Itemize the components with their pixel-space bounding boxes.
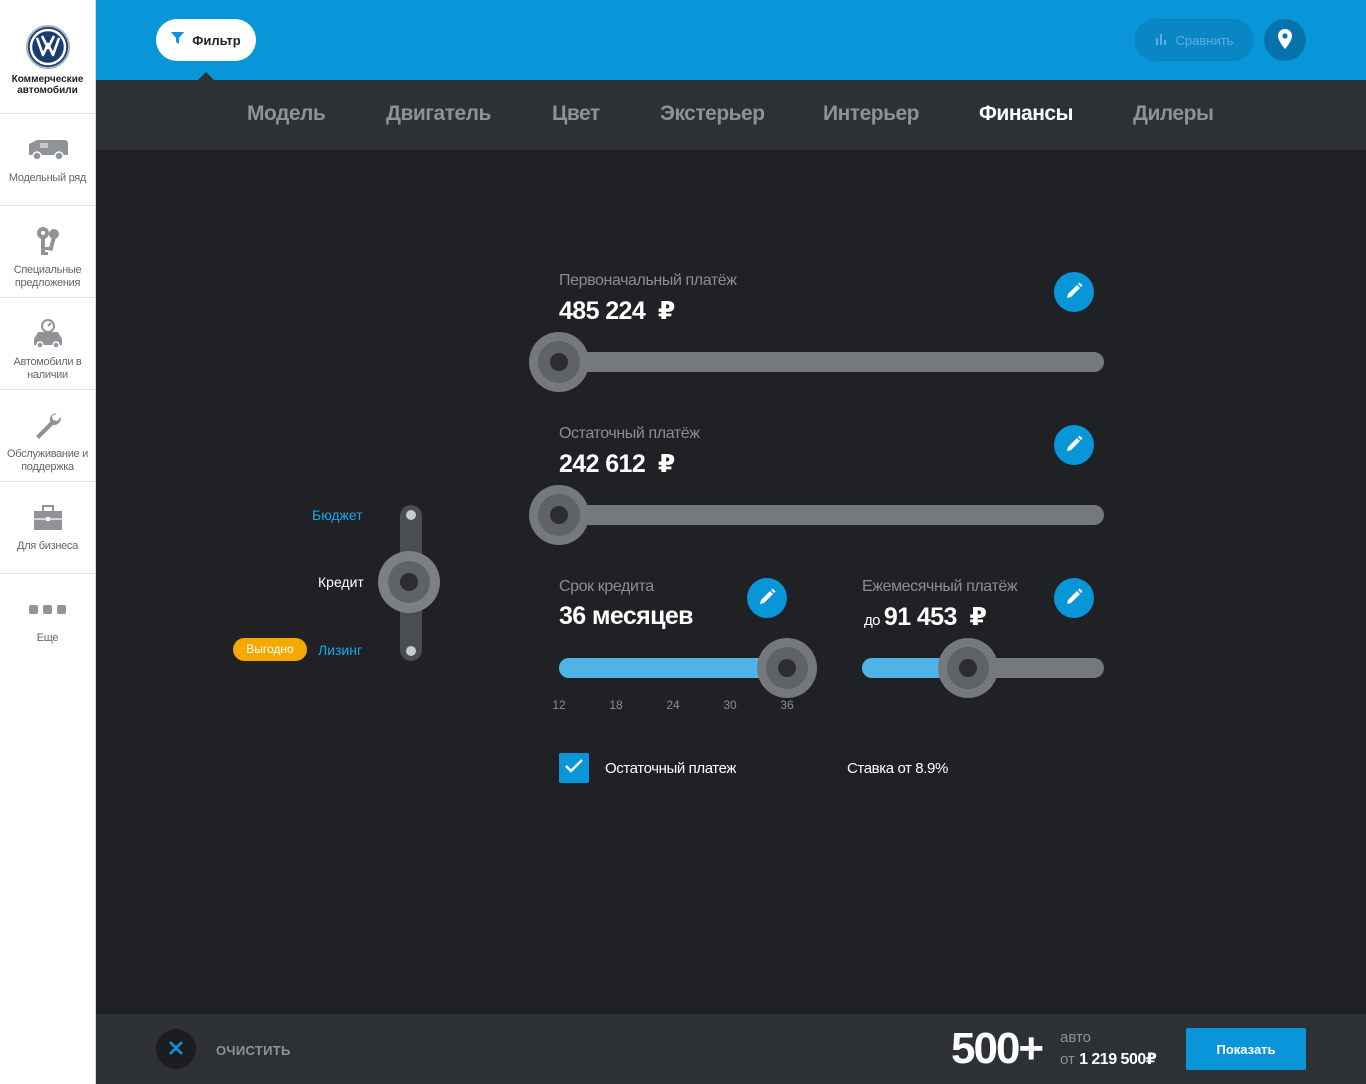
show-results-button[interactable]: Показать [1186, 1028, 1306, 1070]
results-price: от 1 219 500₽ [1060, 1049, 1157, 1069]
price-currency: ₽ [1145, 1051, 1157, 1068]
interest-rate: Ставка от 8.9% [847, 760, 948, 777]
monthly-payment-prefix: до [864, 612, 881, 629]
compare-button[interactable]: Сравнить [1134, 19, 1254, 61]
sidebar-item-special-offers[interactable]: Специальные предложения [0, 206, 95, 298]
tab-color[interactable]: Цвет [552, 102, 600, 126]
tab-exterior[interactable]: Экстерьер [660, 102, 765, 126]
results-count: 500+ [951, 1024, 1044, 1073]
top-bar: Фильтр Сравнить [96, 0, 1366, 80]
sidebar-item-label: Для бизнеса [17, 540, 78, 552]
pencil-icon [758, 588, 776, 609]
filter-caret [198, 72, 214, 80]
bottom-bar: ОЧИСТИТЬ 500+ авто от 1 219 500₽ Показат… [96, 1014, 1366, 1084]
monthly-payment-title: Ежемесячный платёж [862, 578, 1018, 595]
residual-payment-checkbox[interactable] [559, 753, 589, 783]
mode-budget[interactable]: Бюджет [312, 507, 363, 523]
more-dots-icon [28, 592, 68, 628]
close-icon [168, 1040, 184, 1059]
bar-chart-icon [1155, 32, 1168, 48]
edit-initial-payment-button[interactable] [1054, 272, 1094, 312]
clear-label[interactable]: ОЧИСТИТЬ [216, 1043, 291, 1058]
filter-icon [171, 32, 185, 48]
results-unit: авто [1060, 1029, 1092, 1046]
pencil-icon [1065, 282, 1083, 303]
credit-term-slider-handle[interactable] [757, 638, 817, 698]
initial-payment-amount: 485 224 [559, 297, 646, 325]
initial-payment-slider-track[interactable] [549, 352, 1104, 372]
term-tick-label: 12 [552, 698, 566, 712]
briefcase-icon [33, 500, 63, 536]
sidebar-item-label: Специальные предложения [13, 264, 82, 289]
mode-leasing[interactable]: Лизинг [318, 642, 362, 658]
keys-icon [33, 224, 63, 260]
tab-dealers[interactable]: Дилеры [1133, 102, 1214, 126]
currency-symbol: ₽ [969, 603, 987, 631]
mode-switch-knob[interactable] [378, 551, 440, 613]
currency-symbol: ₽ [657, 450, 675, 478]
car-stock-icon [30, 316, 66, 352]
monthly-payment-slider-handle[interactable] [938, 638, 998, 698]
sidebar-item-label: Обслуживание и поддержка [7, 448, 88, 473]
initial-payment-value: 485 224 ₽ [559, 296, 675, 326]
section-tabs: Модель Двигатель Цвет Экстерьер Интерьер… [96, 80, 1366, 150]
clear-button[interactable] [156, 1029, 196, 1069]
filter-button[interactable]: Фильтр [156, 19, 256, 61]
pencil-icon [1065, 588, 1083, 609]
sidebar-item-business[interactable]: Для бизнеса [0, 482, 95, 574]
residual-payment-slider-track[interactable] [549, 505, 1104, 525]
term-tick-label: 24 [666, 698, 680, 712]
monthly-payment-value: до 91 453 ₽ [864, 602, 987, 632]
location-pin-icon [1278, 28, 1292, 52]
term-tick-label: 18 [609, 698, 623, 712]
term-tick-label: 36 [780, 698, 794, 712]
currency-symbol: ₽ [657, 297, 675, 325]
sidebar: Коммерческие автомобили Модельный ряд Сп… [0, 0, 96, 1084]
location-button[interactable] [1264, 19, 1306, 61]
term-tick-label: 30 [723, 698, 737, 712]
credit-term-title: Срок кредита [559, 578, 654, 595]
tab-interior[interactable]: Интерьер [823, 102, 920, 126]
pencil-icon [1065, 435, 1083, 456]
credit-term-value: 36 месяцев [559, 602, 694, 630]
advantage-badge: Выгодно [233, 638, 307, 661]
sidebar-item-in-stock[interactable]: Автомобили в наличии [0, 298, 95, 390]
sidebar-item-label: Автомобили в наличии [13, 356, 82, 381]
residual-payment-value: 242 612 ₽ [559, 449, 675, 479]
initial-payment-title: Первоначальный платёж [559, 272, 737, 289]
tab-engine[interactable]: Двигатель [386, 102, 491, 126]
monthly-payment-amount: 91 453 [883, 603, 957, 631]
sidebar-item-service[interactable]: Обслуживание и поддержка [0, 390, 95, 482]
mode-stop-dot [406, 510, 416, 520]
edit-residual-payment-button[interactable] [1054, 425, 1094, 465]
mode-credit[interactable]: Кредит [318, 574, 364, 590]
sidebar-item-more[interactable]: Еще [0, 574, 95, 666]
checkmark-icon [565, 758, 583, 778]
brand-name: Коммерческие автомобили [11, 74, 84, 96]
sidebar-item-models[interactable]: Модельный ряд [0, 114, 95, 206]
tab-finance[interactable]: Финансы [979, 102, 1074, 126]
residual-payment-slider-handle[interactable] [529, 485, 589, 545]
van-icon [26, 132, 70, 168]
mode-stop-dot [406, 646, 416, 656]
residual-payment-checkbox-label[interactable]: Остаточный платеж [605, 760, 736, 777]
vw-logo[interactable] [25, 25, 70, 69]
price-prefix: от [1060, 1051, 1075, 1068]
sidebar-item-label: Еще [36, 632, 59, 644]
residual-payment-title: Остаточный платёж [559, 425, 700, 442]
wrench-icon [33, 408, 63, 444]
price-amount: 1 219 500 [1079, 1051, 1146, 1068]
tab-model[interactable]: Модель [247, 102, 326, 126]
sidebar-item-label: Модельный ряд [8, 172, 87, 184]
edit-monthly-payment-button[interactable] [1054, 578, 1094, 618]
compare-label: Сравнить [1175, 32, 1234, 48]
edit-credit-term-button[interactable] [747, 578, 787, 618]
filter-label: Фильтр [192, 32, 241, 48]
brand-block[interactable]: Коммерческие автомобили [0, 0, 95, 114]
residual-payment-amount: 242 612 [559, 450, 646, 478]
initial-payment-slider-handle[interactable] [529, 332, 589, 392]
